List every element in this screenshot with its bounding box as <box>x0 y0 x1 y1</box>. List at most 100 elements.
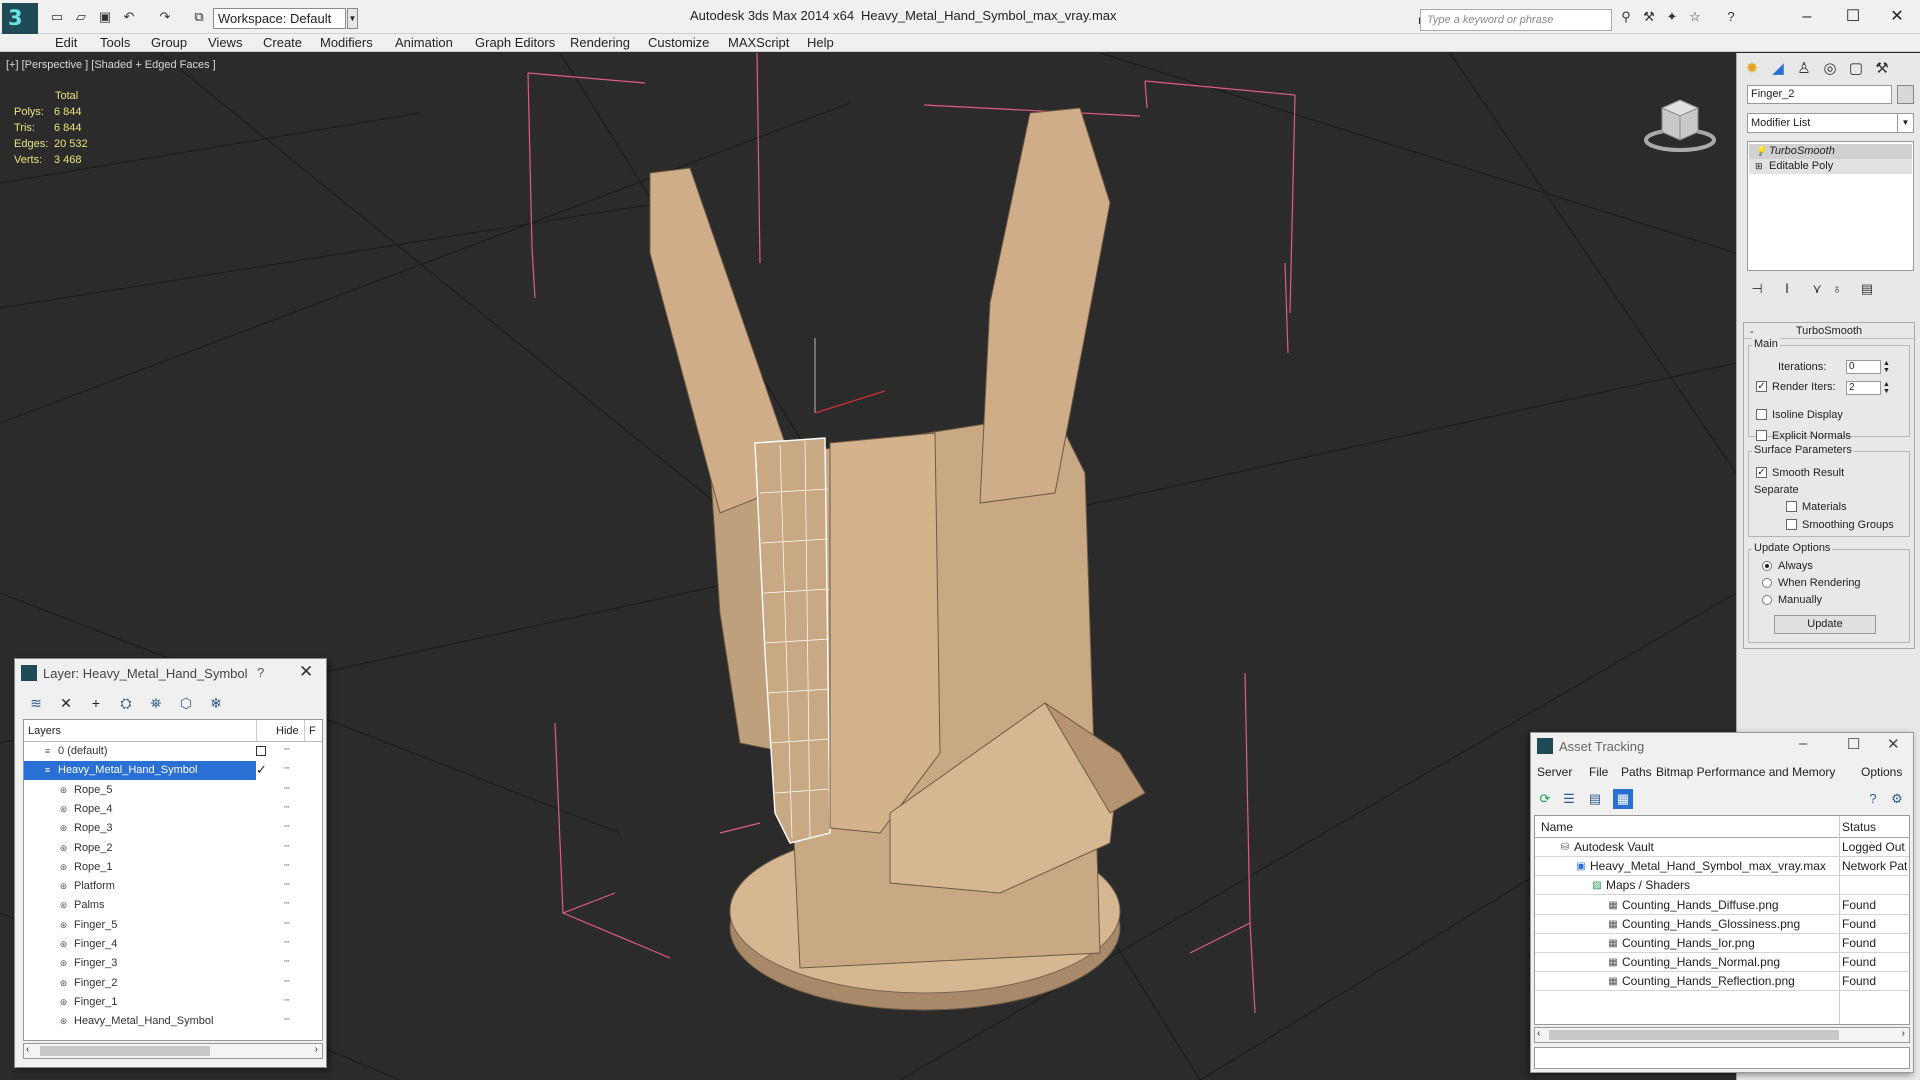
menu-rendering[interactable]: Rendering <box>570 35 630 51</box>
hide-toggle[interactable]: ┅ <box>284 918 298 929</box>
expand-plus-icon[interactable]: ⊞ <box>1755 161 1764 171</box>
layer-row[interactable]: ≡ Heavy_Metal_Hand_Symbol <box>24 761 256 781</box>
chevron-right-icon[interactable]: › <box>315 1044 318 1055</box>
save-file-icon[interactable]: ▣ <box>96 9 114 25</box>
menu-help[interactable]: Help <box>807 35 834 51</box>
layer-row[interactable]: ⊛ Finger_3 <box>24 954 256 973</box>
utilities-tab-icon[interactable]: ⚒ <box>1871 57 1893 81</box>
menu-graph-editors[interactable]: Graph Editors <box>475 35 555 51</box>
hide-toggle[interactable]: ┅ <box>284 763 298 774</box>
binoculars-icon[interactable]: ⚲ <box>1617 9 1635 25</box>
stack-item-turbosmooth[interactable]: 💡 TurboSmooth <box>1749 144 1912 159</box>
viewport-label[interactable]: [+] [Perspective ] [Shaded + Edged Faces… <box>6 59 216 71</box>
hierarchy-tab-icon[interactable]: ♙ <box>1793 57 1815 81</box>
hide-toggle[interactable]: ┅ <box>284 879 298 890</box>
asset-menu-file[interactable]: File <box>1589 765 1608 779</box>
chevron-right-icon[interactable]: › <box>1902 1028 1905 1039</box>
update-button[interactable]: Update <box>1774 615 1876 634</box>
hide-all-layers-icon[interactable]: ⬡ <box>175 693 197 713</box>
asset-menu-options[interactable]: Options <box>1861 765 1902 779</box>
display-tab-icon[interactable]: ▢ <box>1845 57 1867 81</box>
object-name-field[interactable]: Finger_2 <box>1747 85 1892 104</box>
chevron-down-icon[interactable]: ▼ <box>347 8 358 29</box>
close-icon[interactable]: ✕ <box>1887 735 1900 753</box>
hide-column-header[interactable]: Hide <box>276 720 299 742</box>
hide-toggle[interactable]: ┅ <box>284 841 298 852</box>
render-iters-spinner[interactable]: 2 <box>1846 381 1881 395</box>
asset-row[interactable]: ▦ Counting_Hands_Ior.png Found <box>1535 934 1909 953</box>
minimize-button[interactable]: – <box>1799 735 1807 752</box>
rollout-header[interactable]: - TurboSmooth <box>1744 323 1914 339</box>
current-layer-box-icon[interactable] <box>256 746 266 756</box>
thumbnail-view-icon[interactable]: ▤ <box>1585 789 1605 809</box>
asset-menu-paths[interactable]: Paths <box>1621 765 1652 779</box>
horizontal-scrollbar[interactable]: ‹ › <box>23 1043 323 1059</box>
new-layer-icon[interactable]: ≋ <box>25 693 47 713</box>
asset-table[interactable]: Name Status ⛁ Autodesk Vault Logged Out ▣ He… <box>1534 815 1910 1025</box>
modifier-list-dropdown[interactable]: Modifier List ▼ <box>1747 113 1914 133</box>
layer-row[interactable]: ⊛ Platform <box>24 877 256 896</box>
asset-row[interactable]: ▦ Counting_Hands_Glossiness.png Found <box>1535 915 1909 934</box>
menu-animation[interactable]: Animation <box>395 35 453 51</box>
scrollbar-thumb[interactable] <box>40 1046 210 1056</box>
chevron-left-icon[interactable]: ‹ <box>1537 1028 1540 1039</box>
layer-row[interactable]: ⊛ Finger_2 <box>24 974 256 993</box>
open-file-icon[interactable]: ▱ <box>72 9 90 25</box>
app-menu-button[interactable]: 3 <box>2 3 38 35</box>
spinner-arrows-icon[interactable]: ▲ ▼ <box>1882 381 1891 395</box>
minimize-button[interactable]: – <box>1784 4 1830 30</box>
new-file-icon[interactable]: ▭ <box>48 9 66 25</box>
viewcube-icon[interactable] <box>1640 88 1720 158</box>
smoothing-groups-checkbox[interactable] <box>1786 519 1797 530</box>
select-in-layer-icon[interactable]: ⛭ <box>115 693 137 713</box>
when-rendering-radio[interactable] <box>1762 578 1772 588</box>
create-tab-icon[interactable]: ✸ <box>1741 57 1763 81</box>
explicit-normals-checkbox[interactable] <box>1756 430 1767 441</box>
highlight-layer-icon[interactable]: ⛯ <box>145 693 167 713</box>
motion-tab-icon[interactable]: ◎ <box>1819 57 1841 81</box>
asset-menu-server[interactable]: Server <box>1537 765 1572 779</box>
list-view-icon[interactable]: ☰ <box>1559 789 1579 809</box>
name-column-header[interactable]: Name <box>1541 816 1573 838</box>
hide-toggle[interactable]: ┅ <box>284 783 298 794</box>
layer-row[interactable]: ≡ 0 (default) <box>24 742 256 761</box>
asset-row[interactable]: ⛁ Autodesk Vault Logged Out <box>1535 838 1909 857</box>
asset-row[interactable]: ▦ Counting_Hands_Normal.png Found <box>1535 953 1909 973</box>
modify-tab-icon[interactable]: ◢ <box>1767 57 1789 81</box>
scrollbar-thumb[interactable] <box>1549 1030 1839 1040</box>
settings-icon[interactable]: ⚙ <box>1887 789 1907 809</box>
hide-toggle[interactable]: ┅ <box>284 898 298 909</box>
asset-row[interactable]: ▦ Counting_Hands_Reflection.png Found <box>1535 972 1909 992</box>
freeze-all-layers-icon[interactable]: ❄ <box>205 693 227 713</box>
asset-row[interactable]: ▣ Heavy_Metal_Hand_Symbol_max_vray.max Net… <box>1535 857 1909 877</box>
asset-menu-bitmap-performance[interactable]: Bitmap Performance and Memory <box>1656 765 1835 779</box>
layer-row[interactable]: ⊛ Rope_1 <box>24 858 256 877</box>
hide-toggle[interactable]: ┅ <box>284 744 298 755</box>
maximize-button[interactable]: ☐ <box>1830 4 1876 30</box>
remove-modifier-icon[interactable]: ♁ <box>1827 279 1847 299</box>
layer-row[interactable]: ⊛ Finger_5 <box>24 916 256 935</box>
asset-row[interactable]: ▨ Maps / Shaders <box>1535 876 1909 896</box>
communication-icon[interactable]: ✦ <box>1663 9 1681 25</box>
modifier-stack[interactable]: 💡 TurboSmooth ⊞ Editable Poly <box>1747 141 1914 271</box>
always-radio[interactable] <box>1762 561 1772 571</box>
search-input[interactable]: Type a keyword or phrase <box>1420 9 1612 31</box>
object-color-swatch[interactable] <box>1897 85 1914 104</box>
layer-row[interactable]: ⊛ Finger_4 <box>24 935 256 954</box>
layer-row[interactable]: ⊛ Finger_1 <box>24 993 256 1012</box>
freeze-column-header[interactable]: F <box>309 720 316 742</box>
redo-icon[interactable]: ↷ <box>156 9 174 25</box>
layer-row[interactable]: ⊛ Rope_5 <box>24 781 256 800</box>
pin-stack-icon[interactable]: ⊣ <box>1747 279 1767 299</box>
menu-create[interactable]: Create <box>263 35 302 51</box>
show-end-result-icon[interactable]: Ⅰ <box>1777 279 1797 299</box>
help-icon[interactable]: ? <box>1722 9 1740 25</box>
close-icon[interactable]: ✕ <box>299 662 313 682</box>
asset-row[interactable]: ▦ Counting_Hands_Diffuse.png Found <box>1535 896 1909 915</box>
subscription-icon[interactable]: ⚒ <box>1640 9 1658 25</box>
menu-modifiers[interactable]: Modifiers <box>320 35 373 51</box>
project-folder-icon[interactable]: ⧉ <box>190 9 208 25</box>
delete-layer-icon[interactable]: ✕ <box>55 693 77 713</box>
layers-column-header[interactable]: Layers <box>28 720 61 742</box>
undo-icon[interactable]: ↶ <box>120 9 138 25</box>
